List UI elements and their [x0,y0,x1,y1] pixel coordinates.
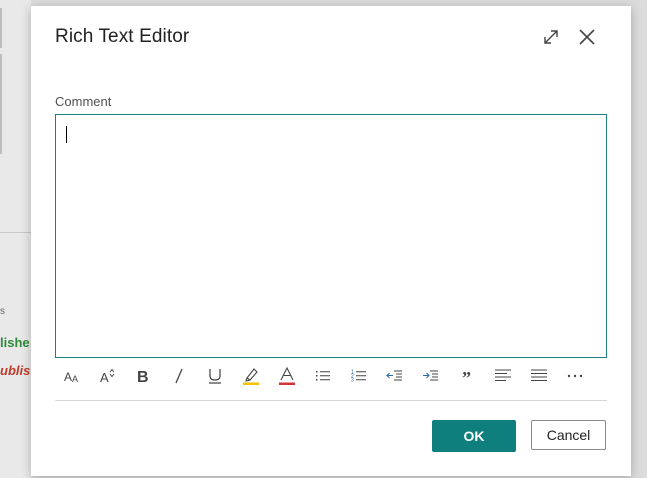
rich-text-editor-dialog: Rich Text Editor Comment A A A B 1 2 3 ”… [31,6,631,476]
font-color-button[interactable] [272,362,302,390]
superscript-icon: A [99,367,117,385]
highlight-icon [241,366,261,386]
background-box [0,54,2,154]
font-size-button[interactable]: A A [57,362,87,390]
expand-button[interactable] [538,24,564,50]
footer-divider [55,400,607,401]
svg-text:”: ” [462,368,471,385]
bullet-list-button[interactable] [308,362,338,390]
increase-indent-icon [422,367,440,385]
decrease-indent-icon [386,367,404,385]
grow-font-button[interactable]: A [93,362,123,390]
align-justify-button[interactable] [524,362,554,390]
decrease-indent-button[interactable] [380,362,410,390]
background-divider [0,232,31,233]
align-justify-icon [530,367,548,385]
align-left-icon [494,367,512,385]
underline-button[interactable] [200,362,230,390]
svg-text:A: A [72,374,78,384]
font-color-icon [277,366,297,386]
more-options-button[interactable] [560,362,590,390]
svg-text:B: B [137,369,149,385]
svg-text:3: 3 [351,378,354,384]
comment-label: Comment [55,94,112,109]
italic-icon [170,367,188,385]
numbered-list-button[interactable]: 1 2 3 [344,362,374,390]
align-left-button[interactable] [488,362,518,390]
numbered-list-icon: 1 2 3 [350,367,368,385]
cancel-button[interactable]: Cancel [531,420,606,450]
comment-editor[interactable] [55,114,607,358]
svg-text:A: A [100,370,109,385]
bullet-list-icon [314,367,332,385]
background-status-published: lishe [0,335,30,350]
background-page: s lishe ublis [0,0,31,478]
italic-button[interactable] [164,362,194,390]
formatting-toolbar: A A A B 1 2 3 ” [55,362,607,390]
background-status-unpublished: ublis [0,363,31,378]
quote-icon: ” [458,367,476,385]
more-icon [566,367,584,385]
dialog-title: Rich Text Editor [55,26,190,47]
highlight-button[interactable] [236,362,266,390]
font-size-icon: A A [63,367,81,385]
close-button[interactable] [574,24,600,50]
increase-indent-button[interactable] [416,362,446,390]
close-icon [577,27,597,47]
quote-button[interactable]: ” [452,362,482,390]
expand-icon [542,28,560,46]
underline-icon [206,367,224,385]
background-panel [0,0,31,478]
background-box [0,8,2,48]
background-small-text: s [0,306,5,317]
bold-button[interactable]: B [128,362,158,390]
ok-button[interactable]: OK [432,420,516,452]
bold-icon: B [134,367,152,385]
svg-text:A: A [64,370,72,384]
